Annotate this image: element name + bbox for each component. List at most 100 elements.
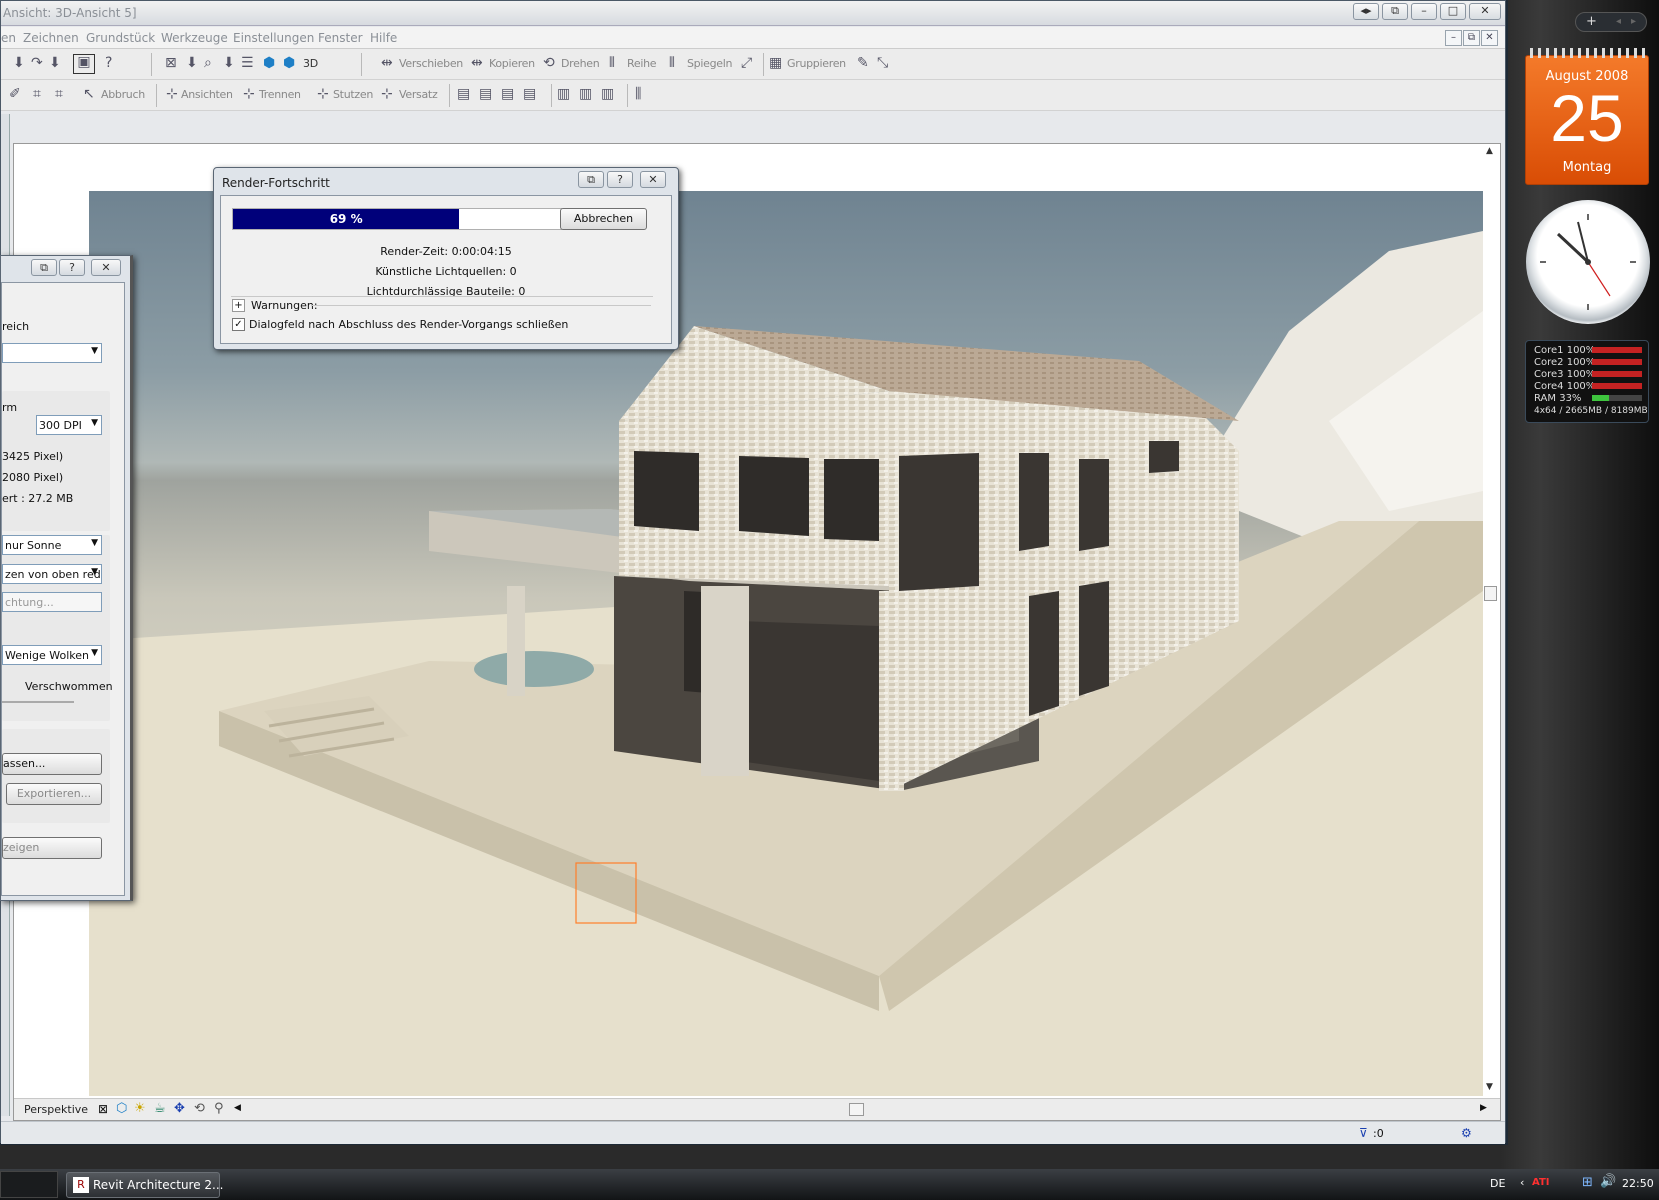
properties-icon[interactable]: ▣ bbox=[73, 54, 95, 74]
export-button[interactable]: Exportieren... bbox=[6, 783, 102, 805]
clock-gadget[interactable] bbox=[1526, 200, 1650, 324]
menu-item-tools[interactable]: Werkzeuge bbox=[161, 31, 228, 45]
pin-icon[interactable]: ✎ bbox=[857, 56, 869, 70]
ati-tray-icon[interactable]: ATI bbox=[1532, 1177, 1550, 1188]
lightbulb-icon[interactable]: ⚲ bbox=[214, 1101, 224, 1116]
dialog-help-button[interactable]: ? bbox=[607, 171, 633, 188]
close-on-finish-checkbox[interactable]: ✓ bbox=[232, 318, 245, 331]
next-icon[interactable]: ▸ bbox=[1631, 16, 1636, 27]
trim-button[interactable]: Stutzen bbox=[333, 88, 373, 101]
menu-item-file[interactable]: en bbox=[1, 31, 16, 45]
cancel-button[interactable]: Abbruch bbox=[101, 88, 145, 101]
mdi-minimize-button[interactable]: – bbox=[1445, 30, 1462, 46]
mdi-close-button[interactable]: ✕ bbox=[1481, 30, 1498, 46]
system-clock[interactable]: 22:50 bbox=[1622, 1177, 1654, 1190]
move-icon[interactable]: ⇹ bbox=[381, 56, 393, 70]
network-icon[interactable]: ⊞ bbox=[1582, 1175, 1593, 1190]
filter-icon[interactable]: ⊽ bbox=[1359, 1126, 1368, 1140]
haze-slider[interactable] bbox=[2, 701, 74, 703]
language-indicator[interactable]: DE bbox=[1490, 1177, 1505, 1190]
quality-select[interactable]: ▼ bbox=[2, 343, 102, 363]
dialog-close-button[interactable]: ✕ bbox=[640, 171, 666, 188]
tray-expand-icon[interactable]: ‹ bbox=[1520, 1176, 1524, 1189]
tool-icon[interactable]: ▤ bbox=[523, 87, 536, 101]
help-pointer-icon[interactable]: ? bbox=[105, 56, 112, 70]
tool-icon[interactable]: ⌗ bbox=[55, 87, 63, 101]
copy-icon[interactable]: ⇹ bbox=[471, 56, 483, 70]
save-icon[interactable]: ⬇ bbox=[13, 56, 25, 70]
calendar-gadget[interactable]: August 2008 25 Montag bbox=[1525, 48, 1649, 185]
shadows-icon[interactable]: ☀ bbox=[134, 1101, 146, 1116]
link-icon[interactable]: ⤡ bbox=[877, 56, 888, 70]
box-icon[interactable]: ⬢ bbox=[263, 56, 275, 70]
tool-icon[interactable]: ▥ bbox=[579, 87, 592, 101]
dialog-close-button[interactable]: ✕ bbox=[91, 259, 121, 276]
3d-label[interactable]: 3D bbox=[303, 57, 318, 70]
tool-icon[interactable]: ▤ bbox=[501, 87, 514, 101]
horizontal-scrollbar[interactable]: ◀ ▶ bbox=[234, 1103, 1487, 1117]
tool-icon[interactable]: ▥ bbox=[557, 87, 570, 101]
resize-button[interactable]: ◂▸ bbox=[1353, 3, 1379, 20]
mdi-restore-button[interactable]: ⧉ bbox=[1463, 30, 1480, 46]
menu-item-draw[interactable]: Zeichnen bbox=[23, 31, 79, 45]
cpu-meter-gadget[interactable]: Core1 100% Core2 100% Core3 100% Core4 1… bbox=[1525, 340, 1649, 423]
tool-icon[interactable]: ▤ bbox=[457, 87, 470, 101]
show-button[interactable]: zeigen bbox=[2, 837, 102, 859]
close-button[interactable]: ✕ bbox=[1469, 3, 1501, 20]
thin-lines-icon[interactable]: ☰ bbox=[241, 56, 254, 70]
offset-icon[interactable]: ⊹ bbox=[381, 87, 393, 101]
split-button[interactable]: Trennen bbox=[259, 88, 301, 101]
dialog-help-button[interactable]: ? bbox=[59, 259, 85, 276]
tool-icon[interactable]: ⌗ bbox=[33, 87, 41, 101]
title-bar[interactable]: Ansicht: 3D-Ansicht 5] ◂▸ ⧉ – □ ✕ bbox=[1, 1, 1505, 26]
views-button[interactable]: Ansichten bbox=[181, 88, 233, 101]
scroll-left-arrow-icon[interactable]: ◀ bbox=[234, 1103, 241, 1113]
model-graphics-icon[interactable]: ⬡ bbox=[116, 1101, 127, 1116]
redo-icon[interactable]: ↷ bbox=[31, 56, 43, 70]
adjust-exposure-button[interactable]: assen... bbox=[2, 753, 102, 775]
scroll-right-arrow-icon[interactable]: ▶ bbox=[1480, 1103, 1487, 1113]
dialog-restore-button[interactable]: ⧉ bbox=[31, 259, 57, 276]
zoom-icon[interactable]: ⌕ bbox=[204, 56, 212, 70]
menu-item-settings[interactable]: Einstellungen bbox=[233, 31, 314, 45]
mirror-button[interactable]: Spiegeln bbox=[687, 57, 732, 70]
tool-icon[interactable]: ▤ bbox=[479, 87, 492, 101]
render-teapot-icon[interactable]: ☕ bbox=[154, 1101, 166, 1116]
maximize-button[interactable]: □ bbox=[1440, 3, 1466, 20]
detail-level-icon[interactable]: ⊠ bbox=[98, 1102, 108, 1116]
abort-button[interactable]: Abbrechen bbox=[560, 208, 647, 230]
array-icon[interactable]: ⫴ bbox=[609, 56, 615, 70]
dimension-icon[interactable]: ⫼ bbox=[635, 87, 641, 101]
lighting-scheme-select[interactable]: nur Sonne ▼ bbox=[2, 535, 102, 555]
add-gadget-icon[interactable]: + bbox=[1586, 14, 1597, 29]
group-button[interactable]: Gruppieren bbox=[787, 57, 846, 70]
move-button[interactable]: Verschieben bbox=[399, 57, 463, 70]
zoom-region-icon[interactable]: ⊠ bbox=[165, 56, 177, 70]
tool-icon[interactable]: ▥ bbox=[601, 87, 614, 101]
volume-icon[interactable]: 🔊 bbox=[1600, 1174, 1616, 1189]
rotate-button[interactable]: Drehen bbox=[561, 57, 600, 70]
dialog-restore-button[interactable]: ⧉ bbox=[578, 171, 604, 188]
background-style-select[interactable]: Wenige Wolken ▼ bbox=[2, 645, 102, 665]
arrow-down-icon[interactable]: ⬇ bbox=[223, 56, 235, 70]
artificial-lights-button[interactable]: chtung... bbox=[2, 592, 102, 612]
scroll-up-arrow-icon[interactable]: ▲ bbox=[1486, 146, 1493, 156]
cancel-tool-icon[interactable]: ↖ bbox=[83, 87, 95, 101]
restore-button[interactable]: ⧉ bbox=[1382, 3, 1408, 20]
dpi-select[interactable]: 300 DPI ▼ bbox=[36, 415, 102, 435]
worksets-icon[interactable]: ⚙ bbox=[1461, 1126, 1472, 1140]
mirror-icon[interactable]: ⫴ bbox=[669, 56, 675, 70]
h-scroll-thumb[interactable] bbox=[849, 1103, 864, 1116]
hide-isolate-icon[interactable]: ⟲ bbox=[194, 1101, 205, 1116]
scroll-down-arrow-icon[interactable]: ▼ bbox=[1486, 1082, 1493, 1092]
vertical-scrollbar[interactable]: ▲ ▼ bbox=[1483, 146, 1498, 1098]
sun-setting-select[interactable]: zen von oben red ▼ bbox=[2, 564, 102, 584]
paint-icon[interactable]: ✐ bbox=[9, 87, 21, 101]
menu-item-window[interactable]: Fenster bbox=[318, 31, 363, 45]
menu-item-help[interactable]: Hilfe bbox=[370, 31, 397, 45]
resize-icon[interactable]: ⤢ bbox=[741, 56, 752, 70]
3d-view-icon[interactable]: ⬢ bbox=[283, 56, 295, 70]
minimize-button[interactable]: – bbox=[1411, 3, 1437, 20]
rotate-icon[interactable]: ⟲ bbox=[543, 56, 555, 70]
arrow-down-icon[interactable]: ⬇ bbox=[186, 56, 198, 70]
